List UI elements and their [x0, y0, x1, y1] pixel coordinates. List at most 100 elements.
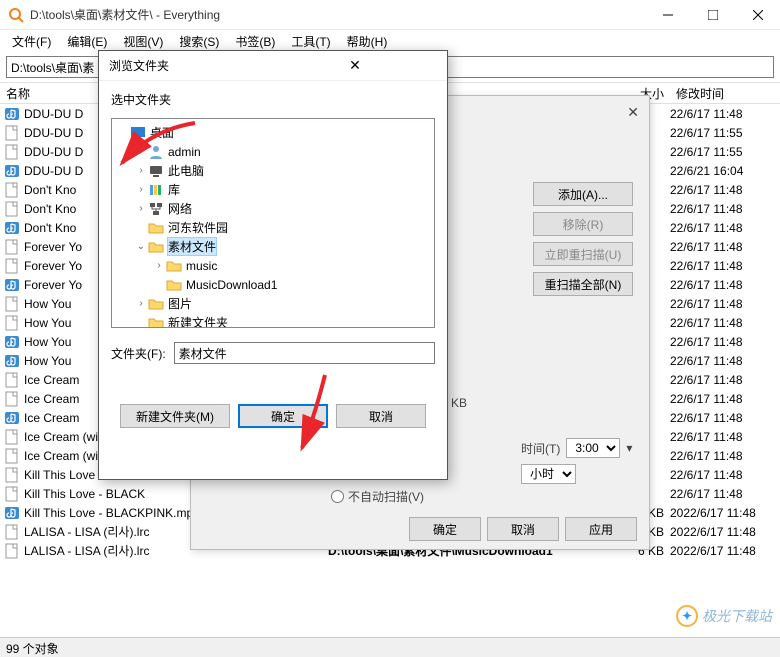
file-icon	[4, 201, 20, 217]
kb-label: KB	[451, 396, 467, 410]
file-date: 22/6/21 16:04	[670, 164, 780, 178]
expand-icon[interactable]: ⌄	[134, 241, 148, 252]
status-bar: 99 个对象	[0, 637, 780, 657]
title-bar: D:\tools\桌面\素材文件\ - Everything	[0, 0, 780, 30]
expand-icon[interactable]: ›	[152, 260, 166, 271]
rescan-all-button[interactable]: 重扫描全部(N)	[533, 272, 633, 296]
file-date: 22/6/17 11:55	[670, 145, 780, 159]
menu-edit[interactable]: 编辑(E)	[59, 31, 115, 52]
menu-file[interactable]: 文件(F)	[4, 31, 59, 52]
menu-search[interactable]: 搜索(S)	[171, 31, 227, 52]
dialog-close-icon[interactable]: ✕	[273, 57, 437, 74]
menu-bookmark[interactable]: 书签(B)	[227, 31, 283, 52]
tree-label: 此电脑	[168, 162, 204, 179]
tree-node[interactable]: ›库	[112, 180, 434, 199]
tree-label: 新建文件夹	[168, 314, 228, 328]
file-date: 22/6/17 11:48	[670, 449, 780, 463]
pc-icon	[148, 163, 164, 179]
tree-node[interactable]: 桌面	[112, 123, 434, 142]
folder-icon	[148, 239, 164, 255]
settings-ok-button[interactable]: 确定	[409, 517, 481, 541]
browse-cancel-button[interactable]: 取消	[336, 404, 426, 428]
desktop-icon	[130, 125, 146, 141]
audio-icon	[4, 505, 20, 521]
file-date: 22/6/17 11:48	[670, 297, 780, 311]
expand-icon[interactable]: ›	[134, 165, 148, 176]
col-date[interactable]: 修改时间	[670, 85, 780, 102]
menu-view[interactable]: 视图(V)	[115, 31, 171, 52]
tree-label: 图片	[168, 295, 192, 312]
tree-label: 素材文件	[168, 238, 216, 255]
browse-folder-dialog: 浏览文件夹 ✕ 选中文件夹 桌面›admin›此电脑›库›网络河东软件园⌄素材文…	[98, 50, 448, 480]
folder-icon	[166, 258, 182, 274]
folder-icon	[166, 277, 182, 293]
tree-label: 河东软件园	[168, 219, 228, 236]
status-text: 99 个对象	[6, 642, 59, 656]
new-folder-button[interactable]: 新建文件夹(M)	[120, 404, 230, 428]
user-icon	[148, 144, 164, 160]
tree-label: 网络	[168, 200, 192, 217]
folder-tree[interactable]: 桌面›admin›此电脑›库›网络河东软件园⌄素材文件›musicMusicDo…	[111, 118, 435, 328]
tree-node[interactable]: 河东软件园	[112, 218, 434, 237]
expand-icon[interactable]: ›	[134, 298, 148, 309]
add-button[interactable]: 添加(A)...	[533, 182, 633, 206]
time-label: 时间(T)	[521, 440, 560, 457]
minimize-button[interactable]	[645, 0, 690, 30]
file-icon	[4, 467, 20, 483]
tree-node[interactable]: › 网络	[112, 199, 434, 218]
tree-node[interactable]: ›music	[112, 256, 434, 275]
close-button[interactable]	[735, 0, 780, 30]
window-controls	[645, 0, 780, 30]
expand-icon[interactable]: ›	[134, 203, 148, 214]
file-date: 22/6/17 11:48	[670, 335, 780, 349]
expand-icon[interactable]: ›	[134, 146, 148, 157]
settings-close-icon[interactable]: ✕	[627, 104, 639, 121]
chevron-down-icon: ▾	[626, 441, 632, 455]
time-select[interactable]: 3:00	[566, 438, 620, 458]
folder-icon	[148, 296, 164, 312]
file-date: 22/6/17 11:48	[670, 240, 780, 254]
file-date: 2022/6/17 11:48	[670, 506, 780, 520]
file-date: 2022/6/17 11:48	[670, 544, 780, 558]
dialog-title: 浏览文件夹	[109, 57, 273, 74]
file-icon	[4, 182, 20, 198]
settings-apply-button[interactable]: 应用	[565, 517, 637, 541]
remove-button[interactable]: 移除(R)	[533, 212, 633, 236]
file-icon	[4, 315, 20, 331]
file-icon	[4, 144, 20, 160]
maximize-button[interactable]	[690, 0, 735, 30]
file-icon	[4, 239, 20, 255]
tree-node[interactable]: MusicDownload1	[112, 275, 434, 294]
dialog-titlebar: 浏览文件夹 ✕	[99, 51, 447, 81]
tree-node[interactable]: 新建文件夹	[112, 313, 434, 328]
rescan-now-button[interactable]: 立即重扫描(U)	[533, 242, 633, 266]
tree-label: 库	[168, 181, 180, 198]
audio-icon	[4, 163, 20, 179]
file-icon	[4, 258, 20, 274]
file-date: 22/6/17 11:48	[670, 183, 780, 197]
audio-icon	[4, 106, 20, 122]
file-icon	[4, 524, 20, 540]
tree-node[interactable]: ⌄ 素材文件	[112, 237, 434, 256]
tree-node[interactable]: ›admin	[112, 142, 434, 161]
hour-select[interactable]: 小时	[521, 464, 576, 484]
tree-node[interactable]: › 此电脑	[112, 161, 434, 180]
file-icon	[4, 125, 20, 141]
browse-ok-button[interactable]: 确定	[238, 404, 328, 428]
file-icon	[4, 448, 20, 464]
lib-icon	[148, 182, 164, 198]
settings-cancel-button[interactable]: 取消	[487, 517, 559, 541]
tree-label: MusicDownload1	[186, 278, 277, 292]
menu-help[interactable]: 帮助(H)	[339, 31, 396, 52]
audio-icon	[4, 334, 20, 350]
noauto-label: 不自动扫描(V)	[348, 488, 424, 505]
watermark-text: 极光下载站	[702, 606, 772, 626]
menu-tools[interactable]: 工具(T)	[283, 31, 338, 52]
watermark: ✦ 极光下载站	[676, 605, 772, 627]
tree-node[interactable]: › 图片	[112, 294, 434, 313]
noauto-radio[interactable]	[331, 490, 344, 503]
folder-input[interactable]	[174, 342, 435, 364]
watermark-icon: ✦	[676, 605, 698, 627]
app-icon	[8, 7, 24, 23]
expand-icon[interactable]: ›	[134, 184, 148, 195]
